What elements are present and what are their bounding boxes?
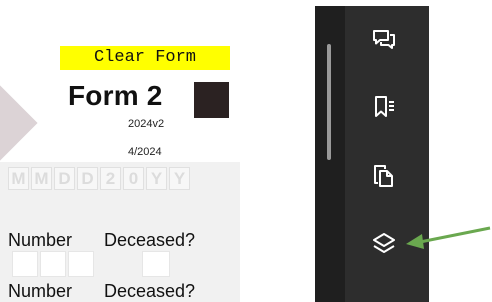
form-title: Form 2: [68, 80, 163, 111]
form-date: 4/2024: [128, 146, 162, 158]
number-box[interactable]: [68, 251, 94, 277]
number-input-boxes: [12, 251, 96, 277]
deceased-label: Deceased?: [104, 281, 196, 301]
date-box[interactable]: M: [8, 167, 29, 190]
comment-tool-button[interactable]: [366, 22, 402, 58]
number-box[interactable]: [40, 251, 66, 277]
number-box[interactable]: [12, 251, 38, 277]
copy-pages-icon: [374, 165, 393, 187]
deceased-label: Deceased?: [104, 230, 196, 250]
date-box[interactable]: 0: [123, 167, 144, 190]
clear-form-button[interactable]: Clear Form: [60, 46, 230, 70]
form-version: 2024v2: [128, 118, 165, 130]
pdf-document-page: Clear Form Form 2 2024v2 4/2024 M M D D …: [0, 0, 240, 302]
pages-tool-button[interactable]: [366, 158, 402, 194]
deceased-checkbox[interactable]: [142, 251, 170, 277]
date-box[interactable]: Y: [169, 167, 190, 190]
layers-icon: [373, 233, 395, 253]
scrollbar-thumb[interactable]: [327, 44, 331, 160]
bookmarks-tool-button[interactable]: [366, 89, 402, 125]
layers-tool-button[interactable]: [366, 226, 402, 262]
number-label: Number: [8, 281, 73, 301]
date-box[interactable]: D: [77, 167, 98, 190]
date-input-boxes: M M D D 2 0 Y Y: [8, 167, 192, 190]
number-label: Number: [8, 230, 73, 250]
black-square-mark: [194, 82, 229, 118]
comment-icon: [373, 30, 395, 49]
date-box[interactable]: 2: [100, 167, 121, 190]
pointer-arrow: [406, 226, 491, 249]
date-box[interactable]: D: [54, 167, 75, 190]
decorative-diamond: [0, 83, 38, 163]
bookmark-icon: [375, 96, 394, 117]
date-box[interactable]: M: [31, 167, 52, 190]
date-box[interactable]: Y: [146, 167, 167, 190]
